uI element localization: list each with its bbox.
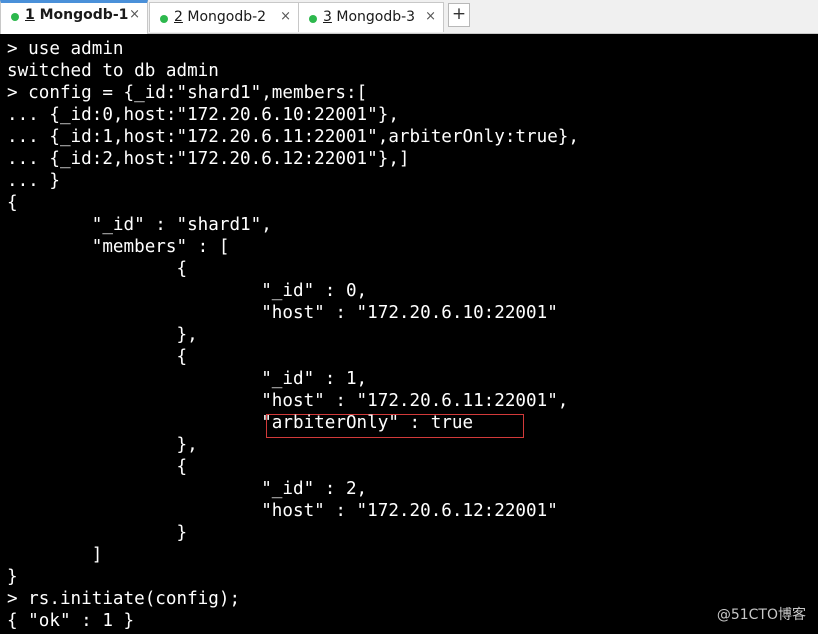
terminal-line: "members" : [ — [7, 237, 230, 257]
terminal-line: "arbiterOnly" : true — [7, 413, 474, 433]
tab-mongodb-3[interactable]: 3 Mongodb-3 × — [298, 2, 444, 32]
close-tab-icon[interactable]: × — [280, 9, 291, 24]
terminal-line: "host" : "172.20.6.10:22001" — [7, 303, 558, 323]
close-tab-icon[interactable]: × — [129, 7, 140, 22]
terminal-line: "host" : "172.20.6.12:22001" — [7, 501, 558, 521]
terminal-line: ... {_id:1,host:"172.20.6.11:22001",arbi… — [7, 127, 579, 147]
close-tab-icon[interactable]: × — [425, 9, 436, 24]
terminal-line: > config = {_id:"shard1",members:[ — [7, 83, 368, 103]
terminal-line: "_id" : 2, — [7, 479, 368, 499]
terminal-line: { — [7, 259, 188, 279]
terminal-line: } — [7, 567, 18, 587]
connection-status-icon — [11, 13, 19, 21]
terminal-app-window: 1 Mongodb-1 × 2 Mongodb-2 × 3 Mongodb-3 … — [0, 0, 818, 634]
watermark: @51CTO博客 — [716, 607, 806, 623]
terminal-line: ... {_id:2,host:"172.20.6.12:22001"},] — [7, 149, 410, 169]
terminal-line: { "ok" : 1 } — [7, 611, 135, 631]
terminal-line: ... } — [7, 171, 60, 191]
terminal-line: > rs.initiate(config); — [7, 589, 241, 609]
connection-status-icon — [309, 15, 317, 23]
terminal-line: }, — [7, 435, 198, 455]
tab-label: 2 Mongodb-2 — [174, 9, 267, 25]
tab-mongodb-2[interactable]: 2 Mongodb-2 × — [149, 2, 299, 32]
terminal-line: }, — [7, 325, 198, 345]
terminal-line: "_id" : 1, — [7, 369, 368, 389]
terminal-line: ] — [7, 545, 103, 565]
terminal-line: "_id" : "shard1", — [7, 215, 272, 235]
terminal-line: { — [7, 347, 188, 367]
terminal-line: "host" : "172.20.6.11:22001", — [7, 391, 569, 411]
tab-label: 1 Mongodb-1 — [25, 7, 129, 23]
terminal-line: } — [7, 523, 188, 543]
terminal-line: "_id" : 0, — [7, 281, 368, 301]
connection-status-icon — [160, 15, 168, 23]
tab-mongodb-1[interactable]: 1 Mongodb-1 × — [0, 0, 148, 34]
terminal-line: > use admin — [7, 39, 124, 59]
tab-bar: 1 Mongodb-1 × 2 Mongodb-2 × 3 Mongodb-3 … — [0, 0, 818, 34]
add-tab-button[interactable]: + — [448, 3, 470, 27]
terminal-line: { — [7, 457, 188, 477]
terminal-line: switched to db admin — [7, 61, 219, 81]
terminal-line: ... {_id:0,host:"172.20.6.10:22001"}, — [7, 105, 399, 125]
tab-label: 3 Mongodb-3 — [323, 9, 416, 25]
terminal-line: { — [7, 193, 18, 213]
terminal-output[interactable]: > use admin switched to db admin > config … — [0, 34, 818, 634]
